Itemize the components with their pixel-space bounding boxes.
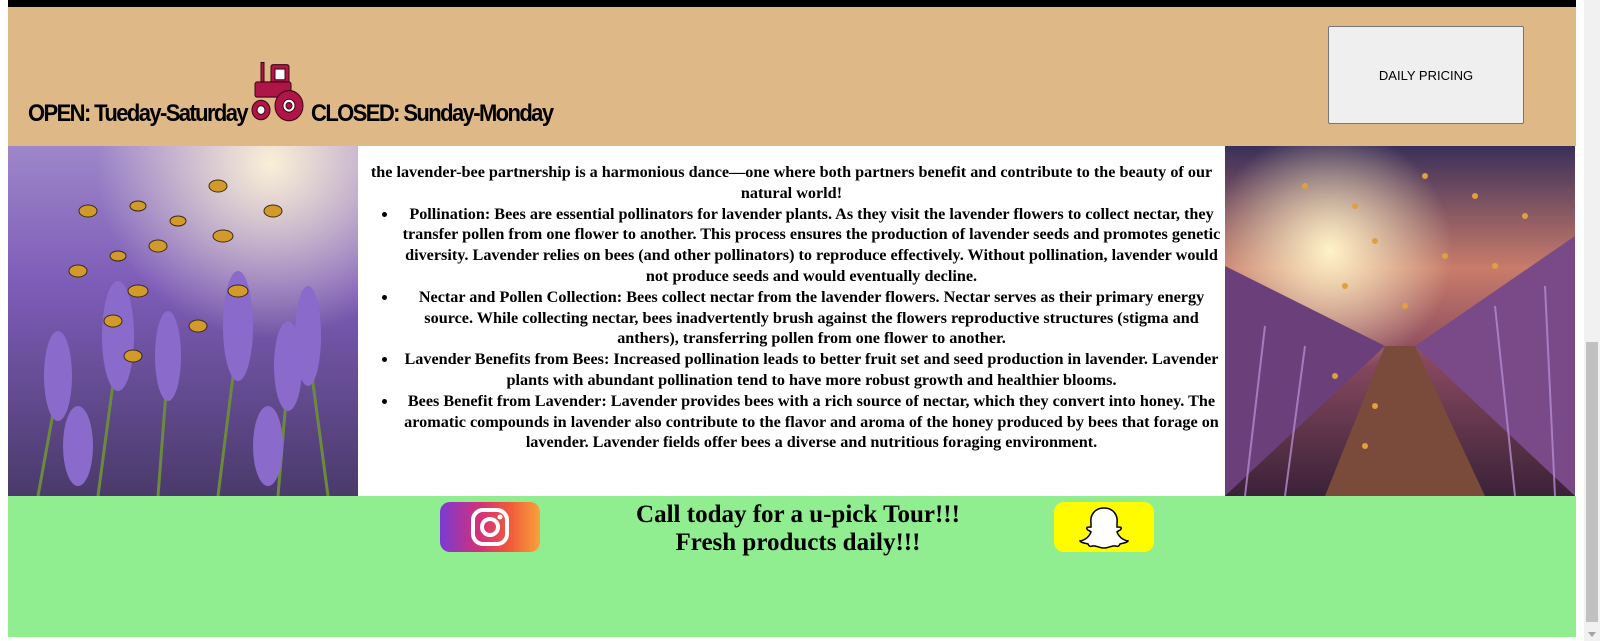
tractor-icon <box>251 61 304 122</box>
article-intro: the lavender-bee partnership is a harmon… <box>370 163 1213 202</box>
daily-pricing-button[interactable]: DAILY PRICING <box>1328 26 1524 124</box>
closed-hours: CLOSED: Sunday-Monday <box>311 99 554 127</box>
instagram-icon <box>471 508 509 546</box>
list-item: Lavender Benefits from Bees: Increased p… <box>398 349 1225 391</box>
top-border <box>8 0 1576 7</box>
footer: Call today for a u-pick Tour!!! Fresh pr… <box>8 496 1576 637</box>
list-item: Pollination: Bees are essential pollinat… <box>398 204 1225 287</box>
lavender-bee-article: the lavender-bee partnership is a harmon… <box>358 162 1225 453</box>
lavender-field-image-right <box>1225 146 1575 496</box>
article-list: Pollination: Bees are essential pollinat… <box>358 204 1225 454</box>
snapchat-icon <box>1078 507 1130 549</box>
scrollbar[interactable] <box>1584 0 1600 641</box>
call-to-action: Call today for a u-pick Tour!!! Fresh pr… <box>548 501 1048 557</box>
instagram-link[interactable] <box>440 502 540 552</box>
snapchat-link[interactable] <box>1054 502 1154 552</box>
cta-line-1: Call today for a u-pick Tour!!! <box>636 501 960 528</box>
open-hours: OPEN: Tueday-Saturday <box>28 99 249 127</box>
list-item: Nectar and Pollen Collection: Bees colle… <box>398 287 1225 349</box>
page: OPEN: Tueday-Saturday CLOSED: Sunday-Mon… <box>0 0 1600 641</box>
content-section: the lavender-bee partnership is a harmon… <box>8 146 1576 496</box>
hours-banner: OPEN: Tueday-Saturday CLOSED: Sunday-Mon… <box>28 61 554 128</box>
header: OPEN: Tueday-Saturday CLOSED: Sunday-Mon… <box>8 7 1576 146</box>
list-item: Bees Benefit from Lavender: Lavender pro… <box>398 391 1225 453</box>
scrollbar-thumb[interactable] <box>1586 342 1598 622</box>
cta-line-2: Fresh products daily!!! <box>675 529 921 556</box>
scroll-down-arrow-icon[interactable] <box>1588 632 1596 637</box>
lavender-bees-image-left <box>8 146 358 496</box>
